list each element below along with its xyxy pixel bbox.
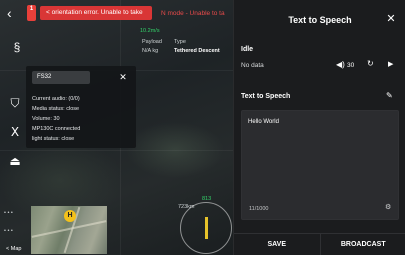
camera-view: ‹ 1 < orientation error. Unable to take … [0,0,233,255]
type-label: Type [174,39,186,45]
status-data: No data [241,62,264,69]
payload-value: N/A kg [142,48,159,54]
playback-status: Idle [241,46,254,53]
save-button[interactable]: SAVE [234,234,320,255]
ellipsis-indicator: • • • [4,228,13,234]
popup-line: Media status: close [32,106,80,112]
popup-line: Volume: 30 [32,116,60,122]
popup-line: light status: close [32,136,75,142]
char-count: 11/1000 [249,206,269,212]
volume-icon[interactable]: ◀) [336,60,345,69]
gear-icon[interactable]: ⚙ [385,203,391,211]
close-icon[interactable]: ✕ [118,71,128,84]
alert-count-badge[interactable]: 1 [27,5,36,21]
broadcast-button[interactable]: BROADCAST [319,234,405,255]
top-bar: ‹ 1 < orientation error. Unable to take … [0,0,233,26]
compass-widget [180,202,232,254]
person-icon[interactable]: Ⅹ [8,125,22,139]
parachute-icon[interactable]: ⛉ [8,96,22,110]
close-icon[interactable]: ✕ [384,12,398,26]
map-toggle[interactable]: < Map [6,246,21,252]
speaker-icon[interactable]: ⏏ [8,154,22,168]
type-value: Tethered Descent [174,48,220,54]
payload-label: Payload [142,39,162,45]
volume-value: 30 [347,62,355,69]
panel-title: Text to Speech [288,15,352,25]
play-icon[interactable]: ▶ [388,60,393,68]
popup-line: Current audio: (0/0) [32,96,80,102]
back-button[interactable]: ‹ [7,6,21,20]
home-point-icon: H [64,210,76,222]
tts-text-input[interactable]: Hello World 11/1000 ⚙ [241,110,399,220]
popup-line: MP130C connected [32,126,81,132]
tts-section-label: Text to Speech [241,93,291,100]
payload-name-input[interactable]: FS32 [32,71,90,84]
compass-needle-icon [205,217,208,239]
mode-warning: N mode - Unable to ta [161,10,225,17]
payload-icon[interactable]: § [10,40,24,54]
loop-icon[interactable]: ↻ [367,59,374,68]
payload-popup: FS32 ✕ Current audio: (0/0) Media status… [26,66,136,148]
tts-panel: Text to Speech ✕ Idle No data ◀) 30 ↻ ▶ … [233,0,405,255]
mini-map[interactable]: H [31,206,107,254]
tts-text-value: Hello World [248,119,279,125]
ellipsis-indicator: • • • [4,210,13,216]
grid-line [0,150,233,151]
edit-icon[interactable]: ✎ [386,91,393,100]
speed-readout: 10.2m/s [140,28,160,34]
alert-message[interactable]: < orientation error. Unable to take [40,6,152,20]
panel-footer: SAVE BROADCAST [234,233,405,255]
